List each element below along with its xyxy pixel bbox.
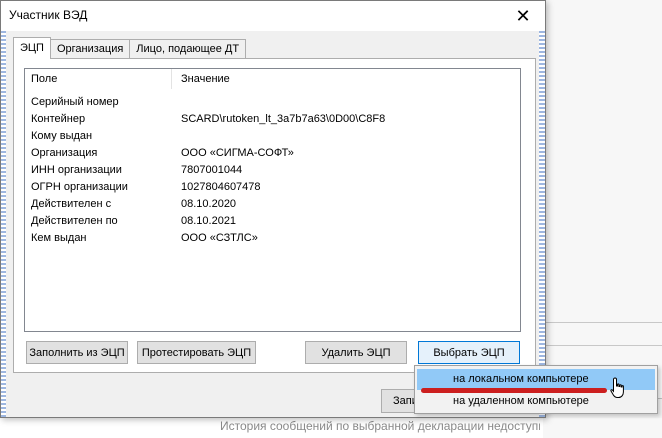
list-header: Поле Значение [25, 69, 520, 89]
list-row[interactable]: Кем выдан ООО «СЗТЛС» [25, 231, 520, 248]
row-field: Кому выдан [31, 130, 93, 142]
column-header-value[interactable]: Значение [181, 73, 230, 85]
dialog-right-edge [539, 31, 545, 417]
tab-strip: ЭЦП Организация Лицо, подающее ДТ [13, 37, 247, 59]
title-bar: Участник ВЭД ✕ [1, 1, 545, 31]
hand-cursor-icon [610, 377, 624, 398]
list-row[interactable]: Серийный номер [25, 95, 520, 112]
row-field: ИНН организации [31, 164, 122, 176]
tab-organization[interactable]: Организация [49, 39, 131, 59]
column-header-field[interactable]: Поле [31, 73, 57, 85]
row-field: Кем выдан [31, 232, 87, 244]
background-divider [543, 345, 662, 346]
fill-from-eds-button[interactable]: Заполнить из ЭЦП [26, 341, 128, 364]
row-field: Серийный номер [31, 96, 119, 108]
dialog-title: Участник ВЭД [9, 8, 88, 22]
list-row[interactable]: Контейнер SCARD\rutoken_lt_3a7b7a63\0D00\… [25, 112, 520, 129]
row-field: ОГРН организации [31, 181, 128, 193]
list-row[interactable]: Кому выдан [25, 129, 520, 146]
close-icon: ✕ [515, 5, 531, 26]
row-field: Организация [31, 147, 98, 159]
background-divider [543, 322, 662, 323]
tab-eds[interactable]: ЭЦП [13, 37, 51, 59]
row-value: SCARD\rutoken_lt_3a7b7a63\0D00\C8F8 [181, 113, 386, 125]
list-row[interactable]: ОГРН организации 1027804607478 [25, 180, 520, 197]
row-field: Контейнер [31, 113, 86, 125]
list-row[interactable]: ИНН организации 7807001044 [25, 163, 520, 180]
row-field: Действителен по [31, 215, 118, 227]
certificate-properties-list[interactable]: Поле Значение Серийный номер Контейнер SC… [24, 68, 521, 332]
dialog-left-edge [1, 31, 6, 417]
row-value: ООО «СЗТЛС» [181, 232, 258, 244]
row-value: 08.10.2020 [181, 198, 237, 210]
row-value: ООО «СИГМА-СОФТ» [181, 147, 294, 159]
list-rows: Серийный номер Контейнер SCARD\rutoken_lt… [25, 95, 520, 248]
column-separator[interactable] [171, 69, 172, 89]
annotation-underline [421, 388, 607, 393]
choose-eds-button[interactable]: Выбрать ЭЦП [418, 341, 520, 364]
test-eds-button[interactable]: Протестировать ЭЦП [137, 341, 256, 364]
list-row[interactable]: Действителен с 08.10.2020 [25, 197, 520, 214]
delete-eds-button[interactable]: Удалить ЭЦП [305, 341, 407, 364]
participant-dialog: Участник ВЭД ✕ ЭЦП Организация Лицо, под… [0, 0, 546, 418]
tab-panel-eds: Поле Значение Серийный номер Контейнер SC… [13, 58, 536, 373]
list-row[interactable]: Действителен по 08.10.2021 [25, 214, 520, 231]
close-button[interactable]: ✕ [501, 1, 545, 31]
row-value: 7807001044 [181, 164, 243, 176]
row-value: 1027804607478 [181, 181, 261, 193]
list-row[interactable]: Организация ООО «СИГМА-СОФТ» [25, 146, 520, 163]
row-value: 08.10.2021 [181, 215, 237, 227]
row-field: Действителен с [31, 198, 112, 210]
tab-declarant-person[interactable]: Лицо, подающее ДТ [129, 39, 247, 59]
